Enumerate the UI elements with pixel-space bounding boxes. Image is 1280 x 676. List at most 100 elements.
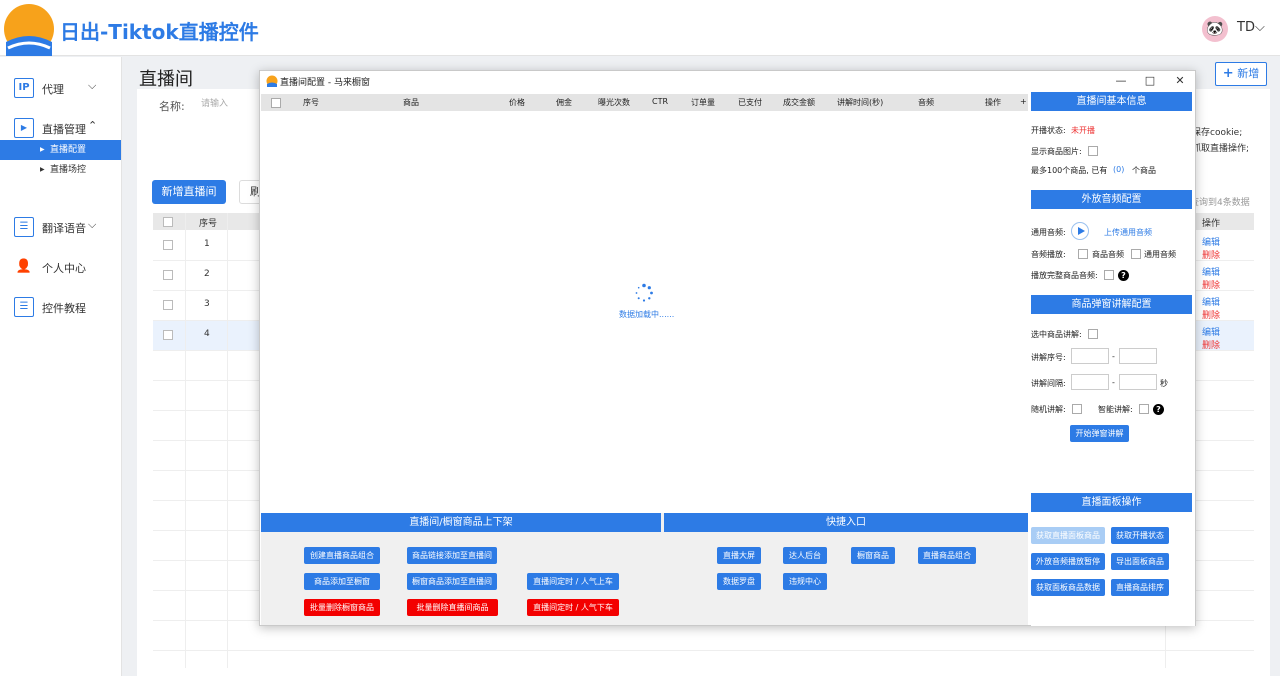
full-play-label: 播放完整商品音频: xyxy=(1031,271,1098,280)
new-room-button[interactable]: 新增直播间 xyxy=(152,180,226,204)
window-goods-button[interactable]: 橱窗商品 xyxy=(851,547,895,564)
triangle-right-icon: ▶ xyxy=(40,166,45,173)
link-add-room-button[interactable]: 商品链接添加至直播间 xyxy=(407,547,497,564)
row-checkbox[interactable] xyxy=(163,240,173,250)
get-live-status-button[interactable]: 获取开播状态 xyxy=(1111,527,1169,544)
sunrise-logo-icon xyxy=(4,4,54,56)
chevron-down-icon: ⌵ xyxy=(88,79,97,92)
seq-start-input[interactable] xyxy=(1071,348,1109,364)
timer-up-button[interactable]: 直播间定时 / 人气上车 xyxy=(527,573,619,590)
status-label: 开播状态: xyxy=(1031,126,1066,135)
maximize-icon[interactable]: □ xyxy=(1140,73,1160,89)
minimize-icon[interactable]: — xyxy=(1111,73,1131,89)
timer-down-button[interactable]: 直播间定时 / 人气下车 xyxy=(527,599,619,616)
chevron-down-icon: ⌵ xyxy=(1254,20,1265,35)
row-checkbox[interactable] xyxy=(163,270,173,280)
sidebar-item-live-management[interactable]: ▶ 直播管理 ⌃ xyxy=(0,114,122,142)
name-filter-label: 名称: xyxy=(159,100,185,113)
big-screen-button[interactable]: 直播大屏 xyxy=(717,547,761,564)
explain-seq-label: 讲解序号: xyxy=(1031,353,1066,362)
dialog-title: 直播间配置 - 马来橱窗 xyxy=(280,78,370,88)
sidebar-item-translate-voice[interactable]: ☰ 翻译语音 ⌵ xyxy=(0,213,122,241)
random-explain-checkbox[interactable] xyxy=(1072,404,1082,414)
column-divider xyxy=(227,213,228,668)
delete-link[interactable]: 删除 xyxy=(1202,248,1220,261)
upload-audio-link[interactable]: 上传通用音频 xyxy=(1104,227,1152,238)
column-header-op: 操作 xyxy=(1202,219,1221,229)
add-to-window-button[interactable]: 商品添加至橱窗 xyxy=(304,573,380,590)
seq-end-input[interactable] xyxy=(1119,348,1157,364)
product-audio-label: 商品音频 xyxy=(1092,250,1124,259)
room-combo-button[interactable]: 直播商品组合 xyxy=(918,547,976,564)
show-image-checkbox[interactable] xyxy=(1088,146,1098,156)
column-header-seq: 序号 xyxy=(199,219,218,229)
sidebar-item-label: 个人中心 xyxy=(42,262,86,275)
column-header: 价格 xyxy=(509,98,525,107)
select-all-checkbox[interactable] xyxy=(271,98,281,108)
interval-end-input[interactable] xyxy=(1119,374,1157,390)
row-checkbox[interactable] xyxy=(163,300,173,310)
add-button[interactable]: + 新增 xyxy=(1215,62,1267,86)
edit-link[interactable]: 编辑 xyxy=(1202,235,1220,248)
delete-link[interactable]: 删除 xyxy=(1202,338,1220,351)
page-title: 直播间 xyxy=(139,69,193,90)
smart-explain-checkbox[interactable] xyxy=(1139,404,1149,414)
document-icon: ☰ xyxy=(14,297,34,317)
select-all-checkbox[interactable] xyxy=(163,217,173,227)
export-panel-goods-button[interactable]: 导出面板商品 xyxy=(1111,553,1169,570)
general-audio-checkbox[interactable] xyxy=(1131,249,1141,259)
column-header: 曝光次数 xyxy=(598,98,630,107)
user-menu[interactable]: TD⌵ xyxy=(1237,20,1265,35)
edit-link[interactable]: 编辑 xyxy=(1202,325,1220,338)
sidebar-subitem-label: 直播配置 xyxy=(50,145,87,155)
violation-center-button[interactable]: 违规中心 xyxy=(783,573,827,590)
get-panel-goods-button[interactable]: 获取直播面板商品 xyxy=(1031,527,1105,544)
batch-delete-room-button[interactable]: 批量删除直播间商品 xyxy=(407,599,498,616)
add-column-icon[interactable]: + xyxy=(1020,97,1027,106)
column-header: 成交金额 xyxy=(783,98,815,107)
row-checkbox[interactable] xyxy=(163,330,173,340)
window-to-room-button[interactable]: 橱窗商品添加至直播间 xyxy=(407,573,497,590)
sidebar: IP 代理 ⌵ ▶ 直播管理 ⌃ ▶ 直播配置 ▶ 直播场控 ☰ 翻译语音 ⌵ 👤 … xyxy=(0,57,122,676)
batch-delete-window-button[interactable]: 批量删除橱窗商品 xyxy=(304,599,380,616)
edit-link[interactable]: 编辑 xyxy=(1202,265,1220,278)
add-button-label: 新增 xyxy=(1237,67,1260,80)
triangle-right-icon: ▶ xyxy=(40,146,45,153)
product-audio-checkbox[interactable] xyxy=(1078,249,1088,259)
creator-backend-button[interactable]: 达人后台 xyxy=(783,547,827,564)
sidebar-item-label: 翻译语音 xyxy=(42,222,86,235)
sidebar-item-personal-center[interactable]: 👤 个人中心 xyxy=(0,253,122,281)
sidebar-item-tutorial[interactable]: ☰ 控件教程 xyxy=(0,293,122,321)
dialog-titlebar[interactable]: 直播间配置 - 马来橱窗 — □ ✕ xyxy=(260,71,1195,91)
hint-grab-operation: 抓取直播操作; xyxy=(1192,144,1250,154)
sidebar-subitem-live-config[interactable]: ▶ 直播配置 xyxy=(0,140,121,160)
column-header: CTR xyxy=(652,97,669,106)
delete-link[interactable]: 删除 xyxy=(1202,308,1220,321)
sidebar-item-label: 控件教程 xyxy=(42,302,86,315)
play-icon[interactable] xyxy=(1071,222,1089,240)
full-play-checkbox[interactable] xyxy=(1104,270,1114,280)
delete-link[interactable]: 删除 xyxy=(1202,278,1220,291)
result-count: 查询到4条数据 xyxy=(1190,198,1250,208)
edit-link[interactable]: 编辑 xyxy=(1202,295,1220,308)
user-avatar[interactable]: 🐼 xyxy=(1202,16,1228,42)
start-popup-explain-button[interactable]: 开始弹窗讲解 xyxy=(1070,425,1129,442)
column-header: 商品 xyxy=(403,98,419,107)
sidebar-item-proxy[interactable]: IP 代理 ⌵ xyxy=(0,74,122,102)
loading-spinner-icon xyxy=(635,283,653,302)
data-compass-button[interactable]: 数据罗盘 xyxy=(717,573,761,590)
get-panel-data-button[interactable]: 获取面板商品数据 xyxy=(1031,579,1105,596)
create-combo-button[interactable]: 创建直播商品组合 xyxy=(304,547,380,564)
question-icon[interactable]: ? xyxy=(1118,270,1129,281)
app-brand-title: 日出-Tiktok直播控件 xyxy=(60,20,259,44)
sunrise-logo-icon xyxy=(266,75,278,87)
selected-explain-checkbox[interactable] xyxy=(1088,329,1098,339)
question-icon[interactable]: ? xyxy=(1153,404,1164,415)
sort-live-goods-button[interactable]: 直播商品排序 xyxy=(1111,579,1169,596)
close-icon[interactable]: ✕ xyxy=(1170,73,1190,89)
show-image-label: 显示商品图片: xyxy=(1031,147,1082,156)
document-icon: ☰ xyxy=(14,217,34,237)
pause-audio-button[interactable]: 外放音频播放暂停 xyxy=(1031,553,1105,570)
interval-start-input[interactable] xyxy=(1071,374,1109,390)
sidebar-subitem-live-control[interactable]: ▶ 直播场控 xyxy=(0,160,121,180)
